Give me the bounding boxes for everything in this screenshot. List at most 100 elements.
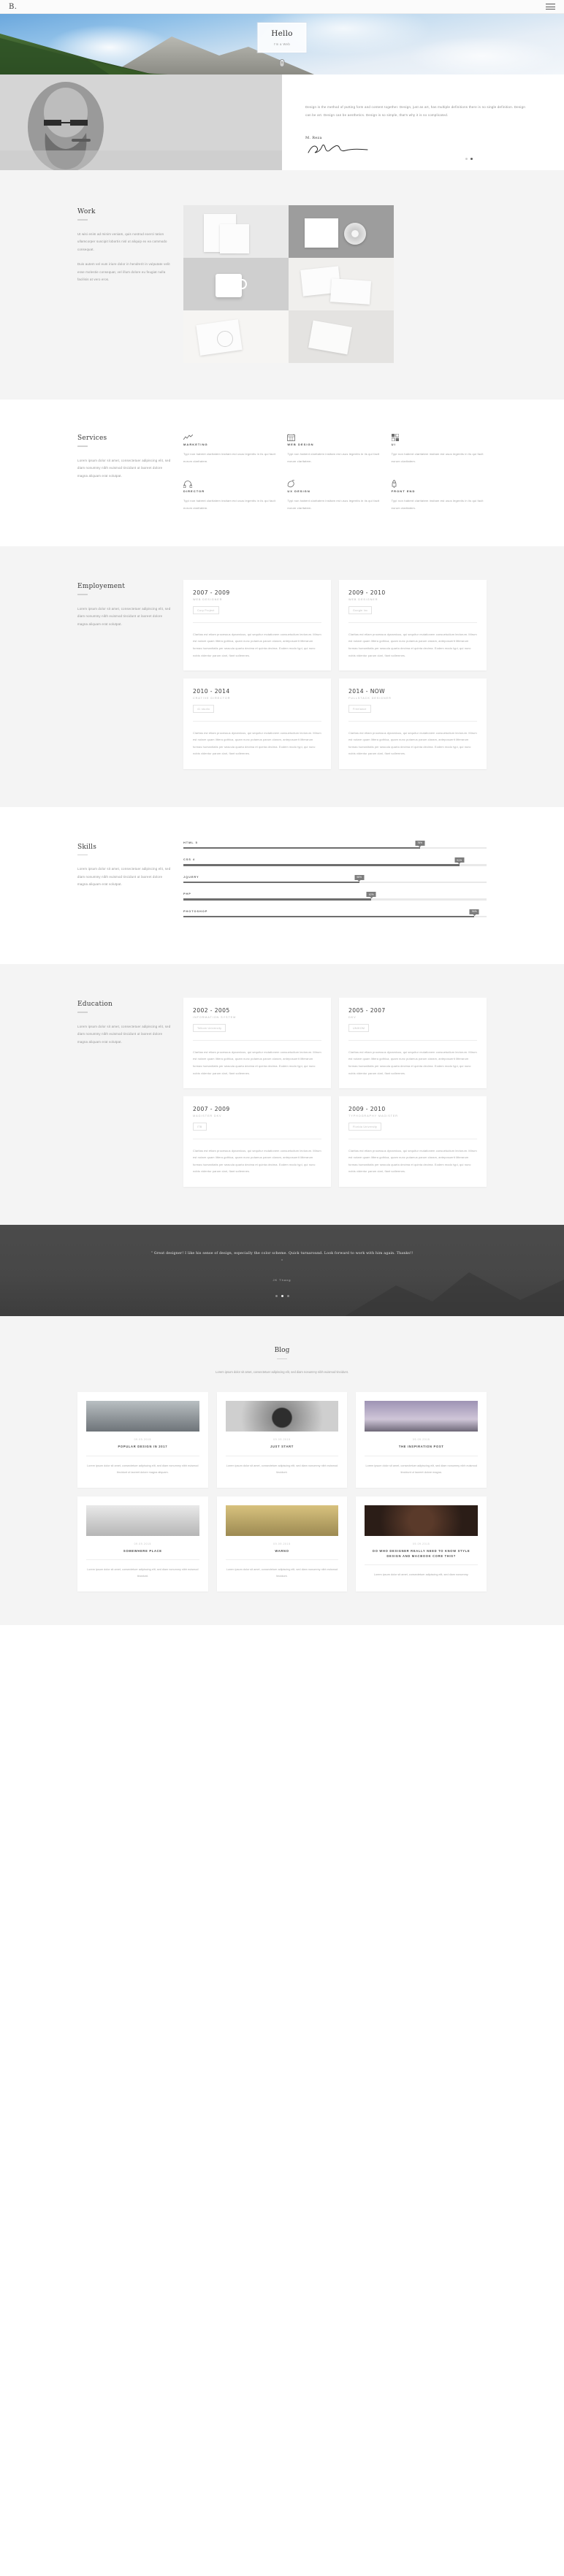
service-item-ui[interactable]: UI Typi non habent claritatem insitam es…	[391, 432, 487, 465]
card-role: FULLSTACK DESIGNER	[348, 697, 392, 700]
post-title[interactable]: JUST START	[226, 1444, 339, 1449]
service-item-director[interactable]: DIRECTOR Typi non habent claritatem insi…	[183, 478, 278, 511]
service-item-front-end[interactable]: FRONT END Typi non habent claritatem ins…	[392, 478, 487, 511]
work-paragraph-2: Duis autem vel eum iriure dolor in hendr…	[77, 262, 170, 282]
post-title[interactable]: SOMEWHERE PLACE	[86, 1548, 199, 1553]
work-item[interactable]	[183, 258, 289, 310]
about-text-block: Design is the method of putting form and…	[282, 74, 564, 170]
skill-track: 96%	[183, 909, 487, 918]
post-excerpt: Lorem ipsum dolor sit amet, consectetuer…	[373, 1573, 469, 1577]
post-title[interactable]: DO WHO DESIGNER REALLY NEED TO KNOW STYL…	[365, 1548, 478, 1559]
employement-cards: 2007 - 2009 WEB DESIGNER Corp Project Cl…	[183, 580, 487, 769]
brand-logo[interactable]: B.	[9, 3, 17, 11]
skill-name: PHP	[183, 892, 191, 896]
skill-fill	[183, 898, 372, 901]
mouse-scroll-icon[interactable]	[279, 59, 285, 67]
portrait-photo	[0, 74, 282, 170]
skills-paragraph: Lorem ipsum dolor sit amet, consectetuer…	[77, 867, 171, 887]
work-paragraph-1: Ut wisi enim ad minim veniam, quis nostr…	[77, 232, 167, 251]
skill-row: CSS 4 91%	[183, 857, 487, 866]
post-title[interactable]: WARNO	[226, 1548, 339, 1553]
work-item[interactable]	[183, 205, 289, 258]
skills-section: Skills Lorem ipsum dolor sit amet, conse…	[0, 806, 564, 965]
service-item-web-design[interactable]: WEB DESIGN Typi non habent claritatem in…	[287, 432, 382, 465]
dark-circle-photo	[365, 1505, 478, 1536]
blog-post-card[interactable]: 09.09.2015 DO WHO DESIGNER REALLY NEED T…	[356, 1496, 487, 1592]
blog-post-card[interactable]: 09.09.2015 WARNO Lorem ipsum dolor sit a…	[216, 1496, 348, 1592]
blog-post-card[interactable]: 09.09.2015 SOMEWHERE PLACE Lorem ipsum d…	[77, 1496, 208, 1592]
education-card[interactable]: 2007 - 2009 MAGISTER DKV ITB Claritas es…	[183, 1096, 331, 1187]
hamburger-icon[interactable]	[546, 4, 555, 9]
post-divider	[225, 1559, 339, 1561]
card-role: WEB DESIGNER	[348, 598, 378, 602]
employement-section: Employement Lorem ipsum dolor sit amet, …	[0, 546, 564, 807]
testimonial-quote: “ Great designer! I like his sense of de…	[150, 1251, 414, 1264]
work-item[interactable]	[289, 205, 394, 258]
employement-card[interactable]: 2014 - NOW FULLSTACK DESIGNER Freelance …	[339, 679, 487, 769]
section-title-employement: Employement	[77, 583, 126, 591]
service-body: Typi non habent claritatem insitam est u…	[183, 499, 275, 510]
employement-paragraph: Lorem ipsum dolor sit amet, consectetuer…	[77, 606, 171, 626]
work-item[interactable]	[289, 258, 394, 310]
services-intro: Services Lorem ipsum dolor sit amet, con…	[77, 432, 183, 511]
education-paragraph: Lorem ipsum dolor sit amet, consectetuer…	[77, 1024, 171, 1044]
employement-card[interactable]: 2007 - 2009 WEB DESIGNER Corp Project Cl…	[183, 580, 331, 671]
employement-card[interactable]: 2010 - 2014 CRATIVE DIRECTOR 41 studio C…	[183, 679, 331, 769]
work-section: Work Ut wisi enim ad minim veniam, quis …	[0, 170, 564, 400]
blog-post-card[interactable]: 09.09.2015 JUST START Lorem ipsum dolor …	[216, 1392, 348, 1488]
employement-card[interactable]: 2009 - 2010 WEB DESIGNER Google Inc Clar…	[339, 580, 487, 671]
card-years: 2002 - 2005	[193, 1007, 230, 1014]
skill-percent: 96%	[469, 909, 479, 916]
service-title: WEB DESIGN	[287, 443, 314, 446]
skill-name: CSS 4	[183, 857, 195, 862]
skill-row: PHP 62%	[183, 892, 487, 901]
education-section: Education Lorem ipsum dolor sit amet, co…	[0, 964, 564, 1225]
card-tag: Corp Project	[193, 606, 219, 615]
education-card[interactable]: 2005 - 2007 DKV UNIKOM Claritas est etia…	[339, 998, 487, 1089]
portrait-photo	[86, 1505, 199, 1536]
title-rule	[77, 1012, 88, 1013]
card-years: 2007 - 2009	[193, 589, 230, 597]
service-item-marketing[interactable]: MARKETING Typi non habent claritatem ins…	[183, 432, 278, 465]
section-title-work: Work	[77, 208, 96, 215]
section-title-services: Services	[77, 435, 107, 442]
card-body: Claritas est etiam processus dynamicus, …	[348, 730, 477, 756]
purple-sky-photo	[365, 1401, 478, 1432]
skill-track: 78%	[183, 840, 487, 849]
post-title[interactable]: THE INSPIRATION POST	[365, 1444, 478, 1449]
post-date: 09.09.2015	[412, 1438, 430, 1442]
post-date: 09.09.2015	[273, 1438, 291, 1442]
about-carousel-dots[interactable]	[465, 158, 473, 160]
rocket-icon	[392, 478, 487, 489]
mountain-silhouette-image	[345, 1272, 564, 1316]
card-body: Claritas est etiam processus dynamicus, …	[348, 1148, 477, 1174]
work-item[interactable]	[289, 310, 394, 363]
work-item[interactable]	[183, 310, 289, 363]
blog-post-card[interactable]: 09.09.2015 POPULAR DESIGN IN 2017 Lorem …	[77, 1392, 208, 1488]
about-author-name: M. Reza	[305, 135, 322, 140]
blog-post-card[interactable]: 09.09.2015 THE INSPIRATION POST Lorem ip…	[356, 1392, 487, 1488]
post-excerpt: Lorem ipsum dolor sit amet, consectetuer…	[87, 1464, 199, 1474]
service-item-ux-design[interactable]: UX DESIGN Typi non habent claritatem ins…	[287, 478, 382, 511]
education-card[interactable]: 2009 - 2010 TYPHOGRAPHY MAGISTER Florida…	[339, 1096, 487, 1187]
card-role: WEB DESIGNER	[193, 598, 223, 602]
testimonial-carousel-dots[interactable]	[275, 1294, 289, 1297]
top-navigation-bar: B.	[0, 0, 564, 14]
section-title-blog: Blog	[274, 1346, 290, 1354]
skill-fill	[183, 864, 460, 866]
post-date: 09.09.2015	[134, 1438, 152, 1442]
card-tag: Freelance	[348, 705, 371, 714]
education-card[interactable]: 2002 - 2005 INFORMATION SYSTEM Telkom Un…	[183, 998, 331, 1089]
skill-row: JQUERY 58%	[183, 874, 487, 884]
hero-subtitle: I'm a Web	[273, 42, 291, 46]
card-divider	[348, 622, 477, 623]
post-title[interactable]: POPULAR DESIGN IN 2017	[86, 1444, 199, 1449]
card-body: Claritas est etiam processus dynamicus, …	[193, 1148, 321, 1174]
skill-track: 58%	[183, 874, 487, 884]
education-cards: 2002 - 2005 INFORMATION SYSTEM Telkom Un…	[183, 998, 487, 1187]
skills-intro: Skills Lorem ipsum dolor sit amet, conse…	[77, 841, 183, 927]
service-body: Typi non habent claritatem insitam est u…	[183, 452, 275, 463]
card-divider	[348, 720, 477, 722]
card-tag: Florida University	[348, 1123, 382, 1131]
skill-row: PHOTOSHOP 96%	[183, 909, 487, 918]
